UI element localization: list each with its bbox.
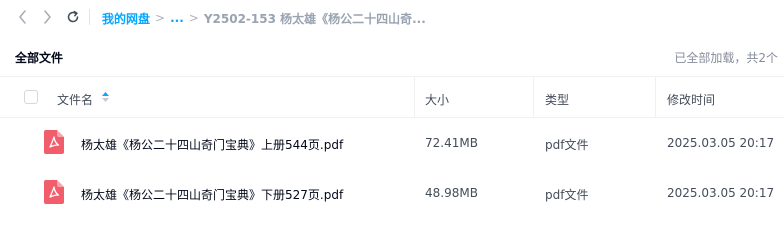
file-size: 48.98MB [425,186,478,200]
navigation-bar: 我的网盘 > ... > Y2502-153 杨太雄《杨公二十四山奇... [0,0,784,36]
column-header-name[interactable]: 文件名 [57,91,93,108]
column-divider [414,77,415,118]
chevron-right-icon: > [188,11,199,25]
select-all-checkbox[interactable] [24,90,38,104]
file-modified: 2025.03.05 20:17 [667,136,775,150]
sort-ascending-icon[interactable] [101,91,110,106]
breadcrumb-ellipsis[interactable]: ... [170,11,184,25]
column-divider [655,77,656,118]
file-name[interactable]: 杨太雄《杨公二十四山奇门宝典》上册544页.pdf [81,136,343,153]
file-type: pdf文件 [545,188,589,202]
column-divider [533,77,534,118]
file-name[interactable]: 杨太雄《杨公二十四山奇门宝典》下册527页.pdf [81,186,343,203]
file-size: 72.41MB [425,136,478,150]
column-header-size[interactable]: 大小 [425,91,449,108]
column-header-type[interactable]: 类型 [545,91,569,108]
toolbar-divider [89,9,90,25]
refresh-icon[interactable] [62,6,84,28]
pdf-file-icon [44,180,64,207]
breadcrumb-current: Y2502-153 杨太雄《杨公二十四山奇... [203,11,426,26]
file-row[interactable]: 杨太雄《杨公二十四山奇门宝典》下册527页.pdf 48.98MB pdf文件 … [0,168,784,218]
section-title: 全部文件 [15,51,64,65]
file-type: pdf文件 [545,138,589,152]
breadcrumb-root[interactable]: 我的网盘 [102,10,150,27]
chevron-right-icon[interactable] [36,6,58,28]
chevron-right-icon: > [155,11,166,25]
loaded-status: 已全部加载，共2个 [674,51,778,65]
column-header-modified[interactable]: 修改时间 [667,91,715,108]
pdf-file-icon [44,130,64,157]
breadcrumb: 我的网盘 > ... > Y2502-153 杨太雄《杨公二十四山奇... [102,9,426,27]
file-row[interactable]: 杨太雄《杨公二十四山奇门宝典》上册544页.pdf 72.41MB pdf文件 … [0,118,784,168]
file-modified: 2025.03.05 20:17 [667,186,775,200]
table-header: 文件名 大小 类型 修改时间 [0,76,784,118]
chevron-left-icon[interactable] [12,6,34,28]
